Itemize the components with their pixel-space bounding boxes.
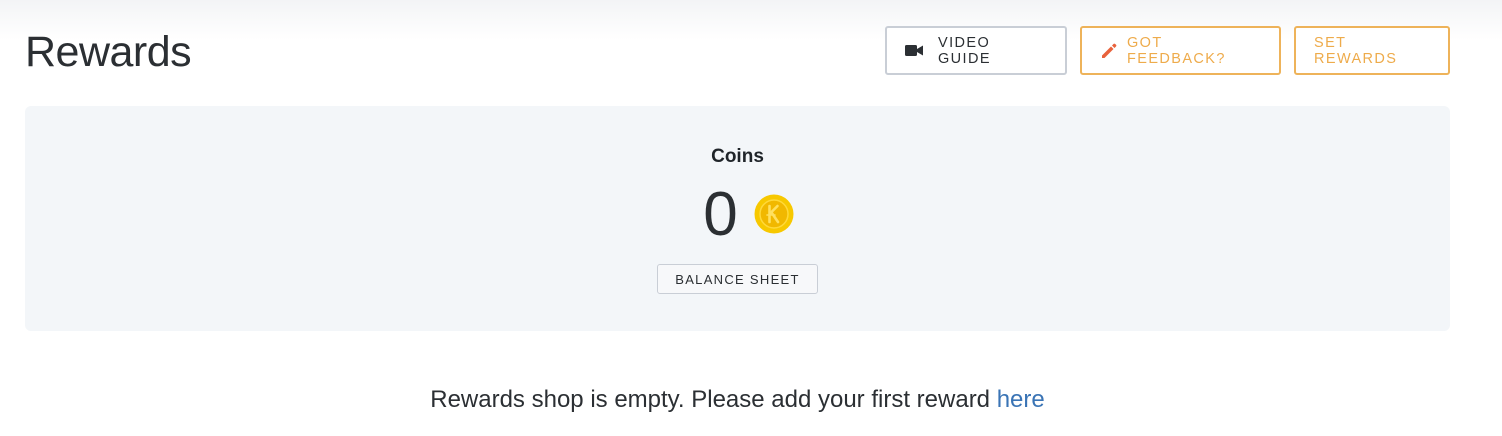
empty-shop-message: Rewards shop is empty. Please add your f… <box>0 386 1475 414</box>
set-rewards-label: SET REWARDS <box>1314 34 1398 67</box>
got-feedback-button[interactable]: GOT FEEDBACK? <box>1080 26 1281 75</box>
page-title: Rewards <box>25 28 192 76</box>
toolbar: VIDEO GUIDE GOT FEEDBACK? SET REWARDS <box>885 26 1450 75</box>
coins-title: Coins <box>711 146 764 167</box>
rewards-page: Rewards VIDEO GUIDE GOT FEEDBACK? SET RE… <box>0 0 1502 436</box>
add-reward-link[interactable]: here <box>997 386 1045 413</box>
coins-balance: 0 <box>25 180 1450 250</box>
video-guide-button[interactable]: VIDEO GUIDE <box>885 26 1067 75</box>
coins-value: 0 <box>703 180 738 249</box>
coins-card: Coins 0 BALANCE SHEET <box>25 106 1450 331</box>
set-rewards-button[interactable]: SET REWARDS <box>1294 26 1450 75</box>
got-feedback-label: GOT FEEDBACK? <box>1127 34 1226 67</box>
coin-icon <box>754 194 794 234</box>
balance-sheet-button[interactable]: BALANCE SHEET <box>657 264 818 294</box>
video-guide-label: VIDEO GUIDE <box>938 34 991 67</box>
empty-shop-text: Rewards shop is empty. Please add your f… <box>430 386 991 413</box>
pencil-icon <box>1100 42 1118 60</box>
video-camera-icon <box>905 44 924 57</box>
